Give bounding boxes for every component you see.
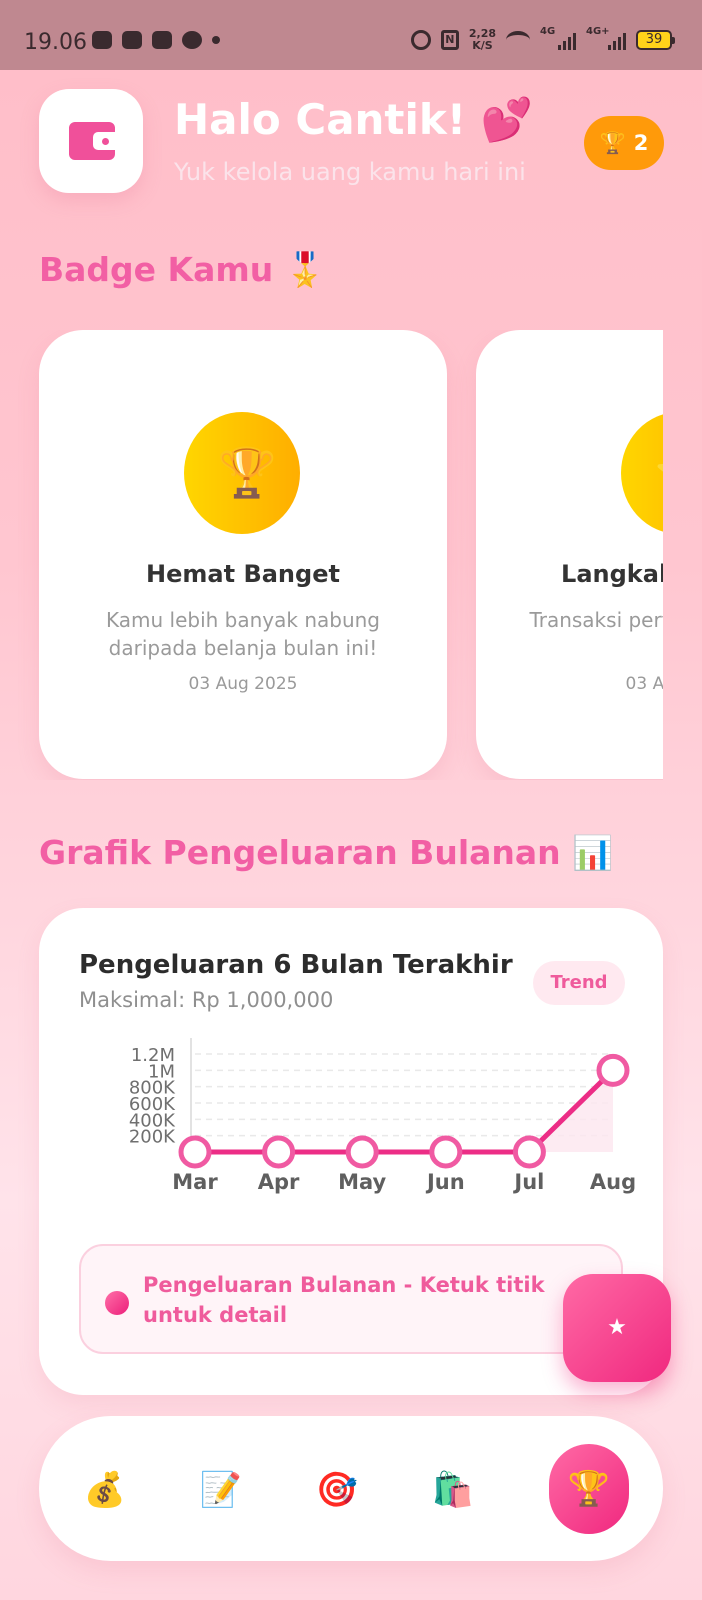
badge-medal: ⭐ [621,412,663,534]
y-tick-label: 1.2M [131,1045,175,1066]
app-logo [39,89,143,193]
greeting-subtitle: Yuk kelola uang kamu hari ini [174,158,526,186]
notification-icons [92,31,220,49]
trophy-icon: 🏆 [217,445,277,501]
series-area [195,1070,613,1152]
signal-label-2: 4G+ [586,26,610,37]
badge-description: Transaksi pertama berhasil ga [529,608,663,632]
star-fab-button[interactable]: ★ [563,1274,671,1382]
badge-date: 03 Aug 2025 [188,674,298,694]
youtube-icon [152,31,172,49]
trophy-count: 2 [633,131,649,155]
x-tick-label: Jul [512,1170,544,1194]
more-notifications-icon [212,36,220,44]
badge-medal: 🏆 [184,412,300,534]
data-point[interactable] [596,1053,630,1087]
nav-shopping-bags-icon[interactable]: 🛍️ [425,1466,481,1514]
signal-label: 4G [540,26,556,37]
status-time: 19.06 [24,30,87,55]
alarm-icon [410,30,431,50]
nav-memo-icon[interactable]: 📝 [193,1466,249,1514]
facebook-icon [182,31,202,49]
bottom-navigation: 💰 📝 🎯 🛍️ 🏆 [39,1416,663,1561]
x-tick-label: May [338,1170,386,1194]
star-icon: ★ [607,1315,627,1340]
star-icon: ⭐ [654,444,663,502]
badge-card[interactable]: ⭐ Langkah Pertama Transaksi pertama berh… [476,330,663,779]
nfc-icon: N [440,30,459,50]
trophy-count-button[interactable]: 🏆 2 [584,116,664,170]
signal-icon: 4G [540,26,576,50]
chart-section-title: Grafik Pengeluaran Bulanan 📊 [39,833,614,872]
greeting-title: Halo Cantik! 💕 [174,95,533,144]
badge-name: Langkah Pertama [561,560,663,588]
badge-date: 03 Aug 2025 [625,674,663,694]
data-point[interactable] [429,1135,463,1169]
data-point[interactable] [262,1135,296,1169]
system-icons: N 2,28 K/S 4G 4G+ 39 [410,26,675,52]
wifi-icon [506,31,530,49]
app-notification-icon [122,31,142,49]
legend-dot [105,1291,129,1315]
network-speed: 2,28 K/S [469,28,496,52]
data-point[interactable] [178,1135,212,1169]
badge-section-title: Badge Kamu 🎖️ [39,250,326,289]
x-tick-label: Apr [258,1170,300,1194]
wallet-icon [69,122,115,160]
signal-icon-2: 4G+ [586,26,626,50]
battery-icon: 39 [636,30,675,50]
x-tick-label: Aug [590,1170,636,1194]
x-tick-label: Mar [172,1170,218,1194]
trophy-icon: 🏆 [599,130,626,155]
chart-legend: Pengeluaran Bulanan - Ketuk titik untuk … [79,1244,623,1354]
nav-money-bag-icon[interactable]: 💰 [77,1466,133,1514]
discord-icon [92,31,112,49]
legend-text: Pengeluaran Bulanan - Ketuk titik untuk … [143,1273,545,1327]
badge-name: Hemat Banget [146,560,340,588]
status-bar: 19.06 N 2,28 K/S 4G 4G+ 39 [0,0,702,70]
badge-card[interactable]: 🏆 Hemat Banget Kamu lebih banyak nabung … [39,330,447,779]
network-speed-unit: K/S [472,39,493,52]
nav-trophy-icon[interactable]: 🏆 [549,1444,629,1534]
data-point[interactable] [512,1135,546,1169]
x-tick-label: Jun [425,1170,465,1194]
badge-description: Kamu lebih banyak nabung daripada belanj… [105,608,380,660]
badge-carousel[interactable]: 🏆 Hemat Banget Kamu lebih banyak nabung … [0,330,663,780]
nav-target-icon[interactable]: 🎯 [309,1466,365,1514]
data-point[interactable] [345,1135,379,1169]
